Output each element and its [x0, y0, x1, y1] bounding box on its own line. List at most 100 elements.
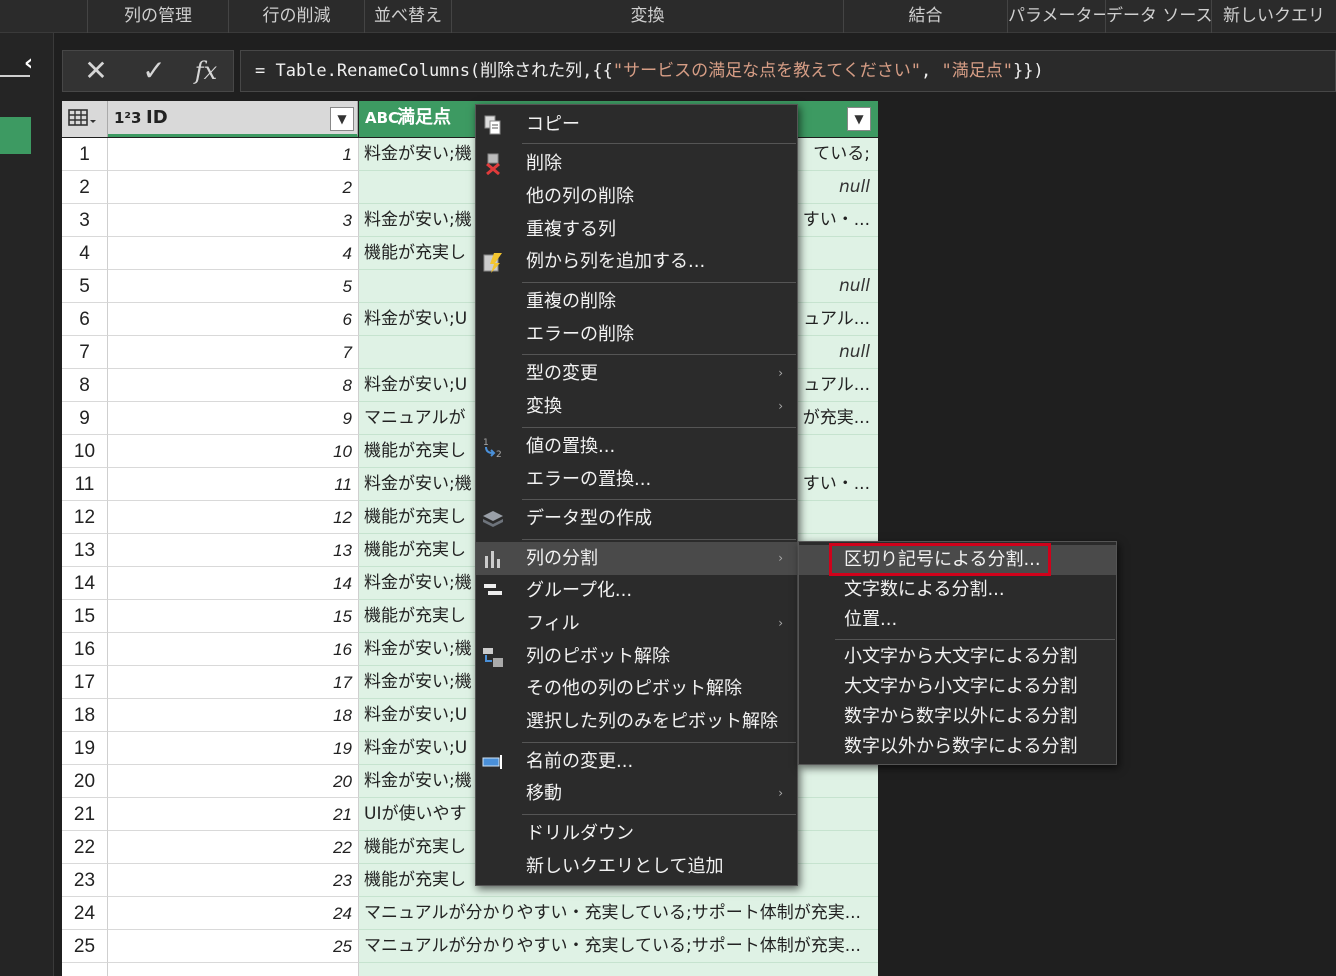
row-number[interactable]: 10	[62, 435, 108, 468]
menu-item-drill-down[interactable]: ドリルダウン	[476, 817, 797, 850]
row-number[interactable]: 18	[62, 699, 108, 732]
row-number[interactable]: 25	[62, 930, 108, 963]
commit-check-icon[interactable]: ✓	[129, 51, 179, 91]
row-number[interactable]: 2	[62, 171, 108, 204]
menu-item-add-column-from-examples[interactable]: 例から列を追加する...	[476, 245, 797, 278]
cell-id[interactable]: 25	[108, 930, 359, 963]
menu-item-unpivot-only-selected[interactable]: 選択した列のみをピボット解除	[476, 705, 797, 738]
table-menu-icon[interactable]	[62, 101, 108, 137]
row-number[interactable]: 16	[62, 633, 108, 666]
cancel-icon[interactable]: ✕	[71, 51, 121, 91]
menu-item-delete[interactable]: 削除	[476, 147, 797, 180]
whole-number-type-icon[interactable]: 1²3	[114, 101, 141, 135]
cell-id[interactable]: 5	[108, 270, 359, 303]
row-number[interactable]: 19	[62, 732, 108, 765]
row-number[interactable]: 12	[62, 501, 108, 534]
submenu-item-split-digit-to-nondigit[interactable]: 数字から数字以外による分割	[799, 702, 1116, 732]
cell-id[interactable]: 15	[108, 600, 359, 633]
formula-prefix: = Table.RenameColumns(削除された列,{{	[255, 61, 613, 81]
selected-query-indicator[interactable]	[0, 117, 31, 154]
cell-id[interactable]: 22	[108, 831, 359, 864]
row-number[interactable]: 9	[62, 402, 108, 435]
row-number[interactable]: 14	[62, 567, 108, 600]
cell-id[interactable]: 3	[108, 204, 359, 237]
cell-id[interactable]: 16	[108, 633, 359, 666]
cell-satisfaction[interactable]	[359, 963, 878, 976]
menu-item-remove-duplicates[interactable]: 重複の削除	[476, 285, 797, 318]
column-header-id[interactable]: 1²3 ID ▼	[108, 101, 358, 137]
cell-id[interactable]: 13	[108, 534, 359, 567]
row-number[interactable]: 20	[62, 765, 108, 798]
cell-id[interactable]: 18	[108, 699, 359, 732]
cell-id[interactable]: 9	[108, 402, 359, 435]
menu-item-add-as-new-query[interactable]: 新しいクエリとして追加	[476, 850, 797, 883]
cell-id[interactable]: 12	[108, 501, 359, 534]
menu-item-move[interactable]: 移動 ›	[476, 777, 797, 810]
menu-item-split-column[interactable]: 列の分割 ›	[476, 542, 797, 575]
row-number[interactable]: 21	[62, 798, 108, 831]
submenu-item-split-uppercase-to-lowercase[interactable]: 大文字から小文字による分割	[799, 672, 1116, 702]
cell-id[interactable]: 4	[108, 237, 359, 270]
menu-item-rename[interactable]: 名前の変更...	[476, 745, 797, 778]
split-column-submenu: 区切り記号による分割... 文字数による分割... 位置... 小文字から大文字による…	[798, 541, 1117, 765]
menu-item-replace-values[interactable]: 1 2 値の置換...	[476, 430, 797, 463]
cell-id[interactable]: 6	[108, 303, 359, 336]
menu-item-remove-errors[interactable]: エラーの削除	[476, 318, 797, 351]
row-number[interactable]: 17	[62, 666, 108, 699]
cell-satisfaction[interactable]: マニュアルが分かりやすい・充実している;サポート体制が充実...	[359, 930, 878, 963]
menu-item-fill[interactable]: フィル ›	[476, 607, 797, 640]
row-number[interactable]: 22	[62, 831, 108, 864]
cell-id[interactable]: 21	[108, 798, 359, 831]
row-number[interactable]: 15	[62, 600, 108, 633]
row-number[interactable]: 13	[62, 534, 108, 567]
menu-item-duplicate-column[interactable]: 重複する列	[476, 213, 797, 246]
menu-item-unpivot-columns[interactable]: 列のピボット解除	[476, 640, 797, 673]
text-type-icon[interactable]: ABC	[365, 101, 399, 135]
menu-item-copy[interactable]: コピー	[476, 108, 797, 141]
cell-id[interactable]: 14	[108, 567, 359, 600]
submenu-item-split-nondigit-to-digit[interactable]: 数字以外から数字による分割	[799, 732, 1116, 762]
cell-id[interactable]	[108, 963, 359, 976]
row-number[interactable]: 4	[62, 237, 108, 270]
submenu-item-split-lowercase-to-uppercase[interactable]: 小文字から大文字による分割	[799, 642, 1116, 672]
menu-item-group-by[interactable]: グループ化...	[476, 574, 797, 607]
cell-id[interactable]: 10	[108, 435, 359, 468]
cell-id[interactable]: 24	[108, 897, 359, 930]
fx-icon[interactable]: fx	[181, 51, 231, 91]
replace-values-icon: 12	[482, 436, 504, 460]
row-number[interactable]: 23	[62, 864, 108, 897]
formula-input[interactable]: = Table.RenameColumns(削除された列,{{"サービスの満足な…	[240, 50, 1336, 92]
column-filter-dropdown-icon[interactable]: ▼	[847, 107, 871, 131]
column-filter-dropdown-icon[interactable]: ▼	[330, 107, 354, 131]
row-number[interactable]: 8	[62, 369, 108, 402]
submenu-item-split-by-number-of-characters[interactable]: 文字数による分割...	[799, 575, 1116, 605]
cell-id[interactable]: 11	[108, 468, 359, 501]
menu-item-label: フィル	[526, 613, 580, 634]
cell-id[interactable]: 1	[108, 138, 359, 171]
menu-item-replace-errors[interactable]: エラーの置換...	[476, 463, 797, 496]
menu-item-remove-other-columns[interactable]: 他の列の削除	[476, 180, 797, 213]
cell-id[interactable]: 2	[108, 171, 359, 204]
submenu-item-label: 小文字から大文字による分割	[844, 646, 1078, 667]
cell-id[interactable]: 19	[108, 732, 359, 765]
row-number[interactable]: 11	[62, 468, 108, 501]
row-number[interactable]: 24	[62, 897, 108, 930]
row-number[interactable]: 5	[62, 270, 108, 303]
row-number[interactable]: 3	[62, 204, 108, 237]
row-number[interactable]: 7	[62, 336, 108, 369]
menu-item-transform[interactable]: 変換 ›	[476, 390, 797, 423]
menu-item-create-data-type[interactable]: データ型の作成	[476, 502, 797, 535]
menu-item-change-type[interactable]: 型の変更 ›	[476, 357, 797, 390]
submenu-item-split-by-positions[interactable]: 位置...	[799, 605, 1116, 635]
row-number[interactable]: 1	[62, 138, 108, 171]
collapse-pane-chevron-icon[interactable]: ‹	[24, 51, 48, 77]
row-number[interactable]: 6	[62, 303, 108, 336]
cell-id[interactable]: 20	[108, 765, 359, 798]
cell-id[interactable]: 8	[108, 369, 359, 402]
row-number[interactable]	[62, 963, 108, 976]
cell-satisfaction[interactable]: マニュアルが分かりやすい・充実している;サポート体制が充実...	[359, 897, 878, 930]
menu-item-unpivot-other-columns[interactable]: その他の列のピボット解除	[476, 672, 797, 705]
cell-id[interactable]: 7	[108, 336, 359, 369]
cell-id[interactable]: 23	[108, 864, 359, 897]
cell-id[interactable]: 17	[108, 666, 359, 699]
